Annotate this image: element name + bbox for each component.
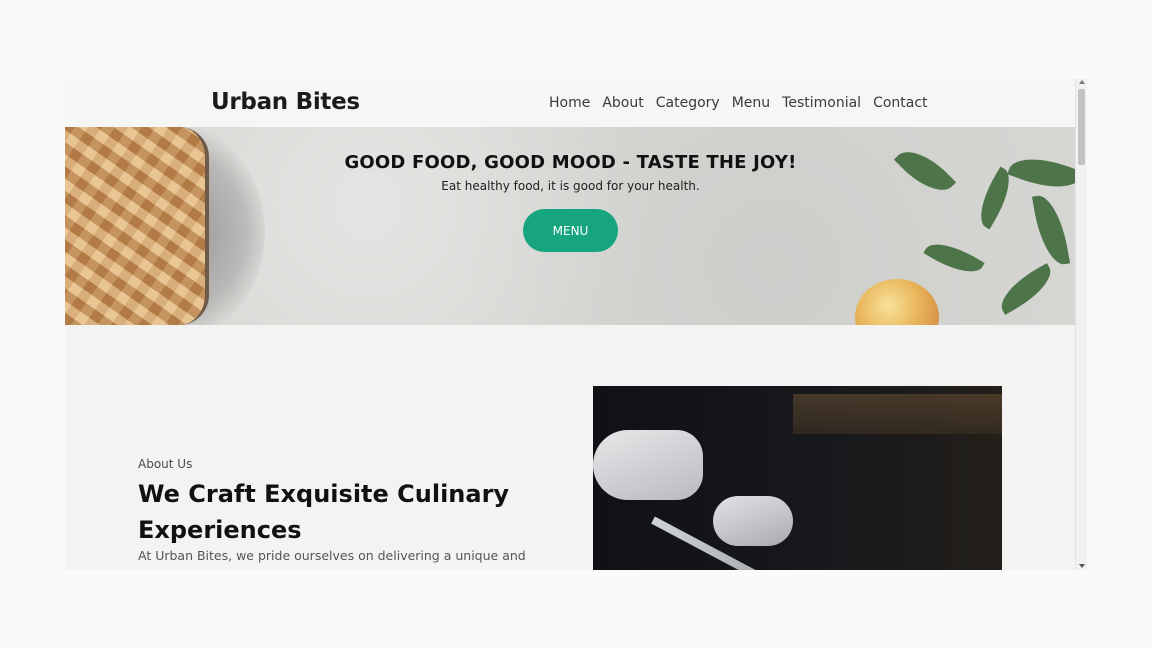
menu-button[interactable]: MENU (523, 209, 618, 252)
vertical-scrollbar[interactable] (1075, 79, 1087, 570)
leaf-decoration (1031, 192, 1071, 268)
hero-subtitle: Eat healthy food, it is good for your he… (441, 179, 700, 193)
nav-testimonial[interactable]: Testimonial (782, 95, 861, 111)
hero-title: GOOD FOOD, GOOD MOOD - TASTE THE JOY! (344, 152, 797, 173)
main-nav: Home About Category Menu Testimonial Con… (549, 95, 928, 111)
gloved-hand (593, 430, 703, 500)
kitchen-background (793, 394, 1002, 434)
about-label: About Us (138, 457, 193, 471)
about-title: We Craft Exquisite Culinary Experiences (138, 480, 510, 544)
leaf-decoration (923, 233, 985, 283)
nav-home[interactable]: Home (549, 95, 590, 111)
scrollbar-thumb[interactable] (1078, 89, 1085, 165)
hero-section: GOOD FOOD, GOOD MOOD - TASTE THE JOY! Ea… (65, 127, 1076, 325)
nav-menu[interactable]: Menu (732, 95, 770, 111)
scroll-up-icon[interactable] (1079, 80, 1085, 84)
nav-contact[interactable]: Contact (873, 95, 927, 111)
site-header: Urban Bites Home About Category Menu Tes… (65, 79, 1076, 127)
nav-category[interactable]: Category (656, 95, 720, 111)
scroll-down-icon[interactable] (1079, 564, 1085, 568)
chef-photo (593, 386, 1002, 570)
browser-viewport: GOOD FOOD, GOOD MOOD - TASTE THE JOY! Ea… (65, 79, 1087, 570)
about-text: At Urban Bites, we pride ourselves on de… (138, 548, 526, 563)
brand-logo[interactable]: Urban Bites (211, 89, 360, 115)
leaf-decoration (993, 263, 1059, 315)
apple-image (855, 279, 939, 325)
nav-about[interactable]: About (602, 95, 643, 111)
gloved-hand (713, 496, 793, 546)
